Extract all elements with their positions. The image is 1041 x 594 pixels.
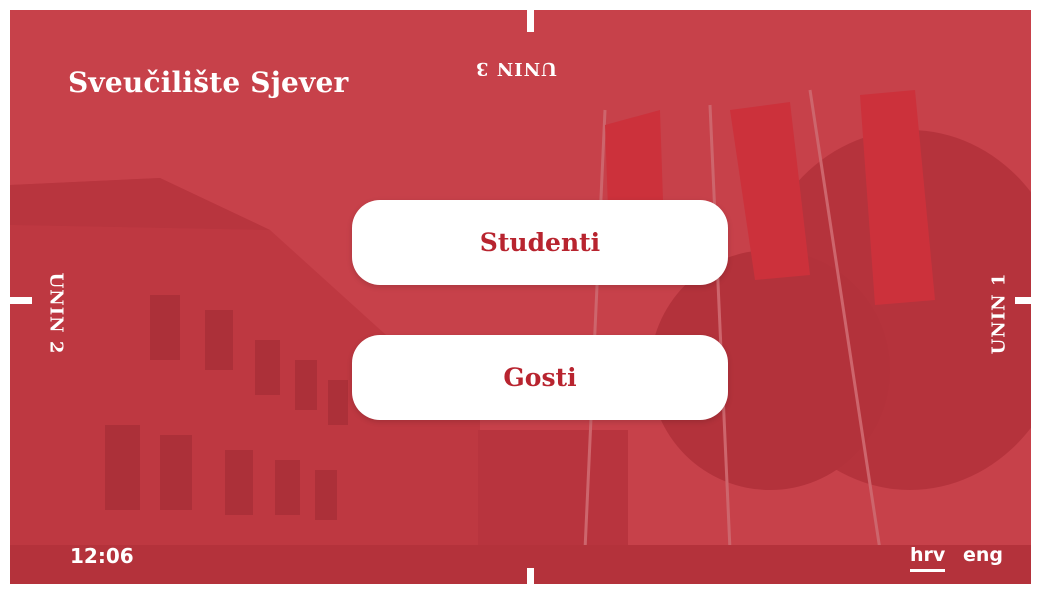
edge-marker-left	[10, 297, 32, 304]
edge-marker-bottom	[527, 568, 534, 584]
clock-time: 12:06	[70, 544, 134, 568]
edge-marker-right	[1015, 297, 1031, 304]
students-button[interactable]: Studenti	[352, 200, 728, 285]
direction-label-right: UNIN 1	[988, 272, 1010, 355]
page-title: Sveučilište Sjever	[68, 66, 349, 99]
language-eng-link[interactable]: eng	[963, 544, 1003, 566]
guests-button[interactable]: Gosti	[352, 335, 728, 420]
direction-label-left: UNIN 2	[45, 272, 67, 355]
direction-label-top: UNIN 3	[475, 58, 557, 79]
language-hrv-link[interactable]: hrv	[910, 544, 946, 572]
edge-marker-top	[527, 10, 534, 32]
kiosk-screen: Sveučilište Sjever UNIN 3 UNIN 1 UNIN 2 …	[10, 10, 1031, 584]
